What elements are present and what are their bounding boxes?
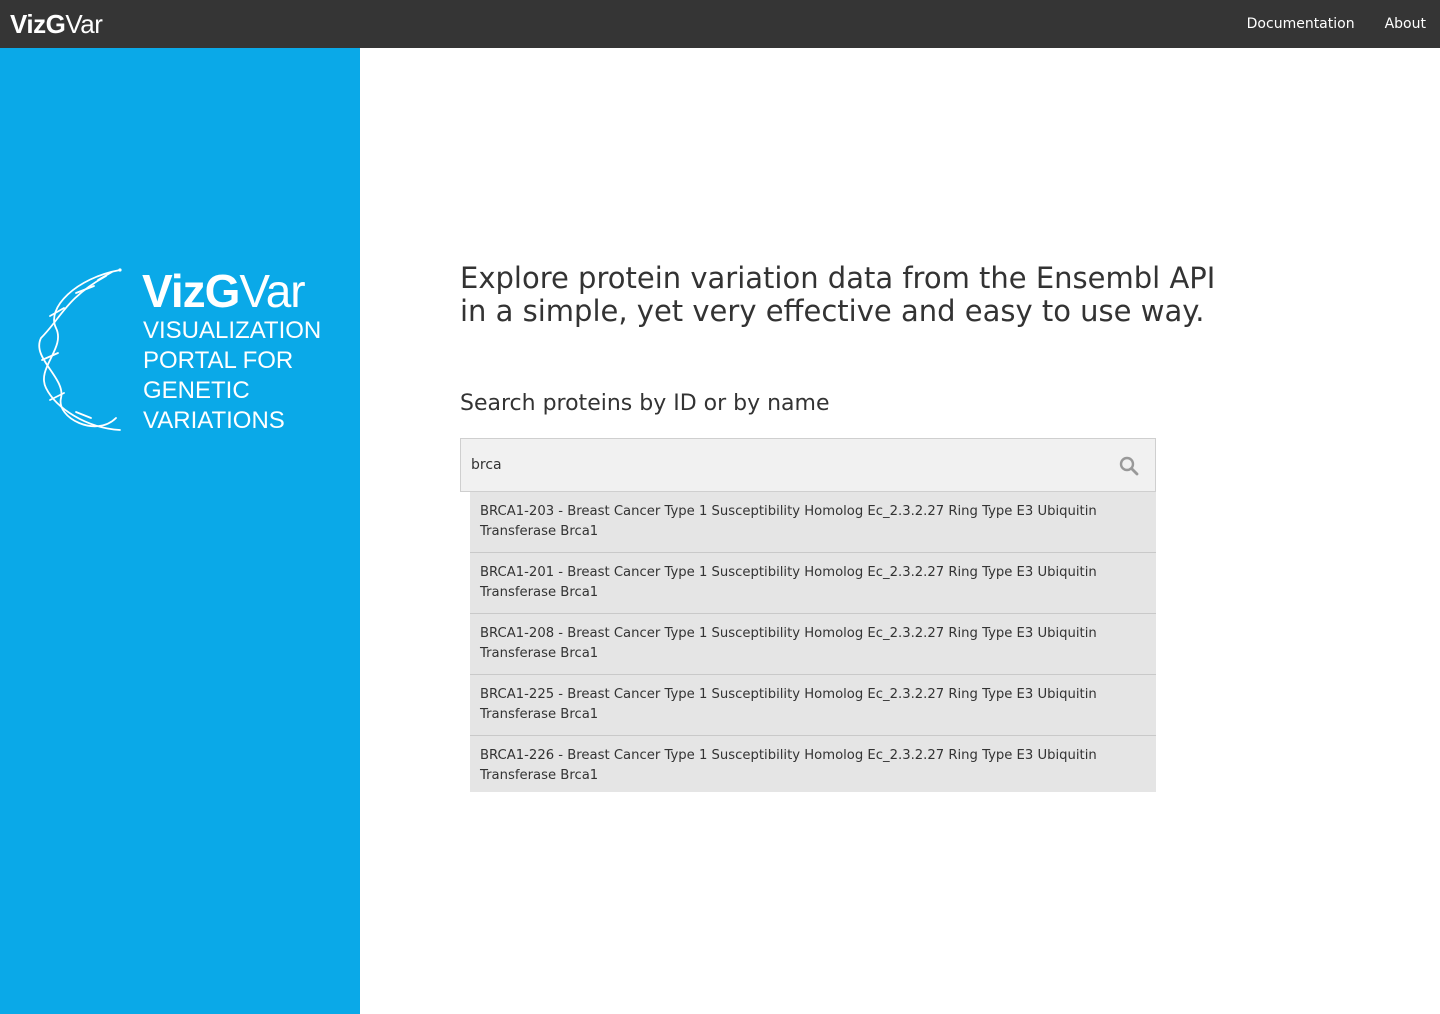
search-label: Search proteins by ID or by name (460, 391, 830, 416)
brand-logo[interactable]: VizGVar (10, 8, 103, 40)
search-icon[interactable] (1119, 456, 1139, 476)
logo-title: VizGVar (142, 264, 306, 318)
search-input[interactable] (471, 439, 1111, 491)
logo-subtitle-line: PORTAL FOR (143, 347, 294, 374)
brand-light: Var (65, 8, 103, 39)
logo-title-light: Var (239, 265, 305, 317)
vizgvar-logo: VizGVar VISUALIZATION PORTAL FOR GENETIC… (36, 265, 336, 438)
search-box (460, 438, 1156, 492)
suggestion-item[interactable]: BRCA1-201 - Breast Cancer Type 1 Suscept… (470, 553, 1156, 614)
page-headline: Explore protein variation data from the … (460, 261, 1216, 328)
nav-documentation-link[interactable]: Documentation (1247, 16, 1355, 32)
logo-title-bold: VizG (142, 265, 240, 317)
suggestion-item[interactable]: BRCA1-208 - Breast Cancer Type 1 Suscept… (470, 614, 1156, 675)
suggestion-item[interactable]: BRCA1-226 - Breast Cancer Type 1 Suscept… (470, 736, 1156, 792)
logo-subtitle-line: GENETIC (143, 377, 250, 404)
logo-subtitle: VISUALIZATION PORTAL FOR GENETIC VARIATI… (143, 316, 343, 436)
suggestion-dropdown: BRCA1-203 - Breast Cancer Type 1 Suscept… (470, 492, 1156, 792)
logo-subtitle-line: VISUALIZATION (143, 317, 322, 344)
suggestion-item[interactable]: BRCA1-203 - Breast Cancer Type 1 Suscept… (470, 492, 1156, 553)
dna-helix-icon (38, 268, 122, 431)
top-navbar: VizGVar Documentation About (0, 0, 1440, 48)
nav-about-link[interactable]: About (1385, 16, 1426, 32)
sidebar-panel: VizGVar VISUALIZATION PORTAL FOR GENETIC… (0, 48, 360, 1014)
main-content: Explore protein variation data from the … (360, 48, 1440, 1014)
nav-links: Documentation About (1217, 0, 1426, 48)
logo-subtitle-line: VARIATIONS (143, 407, 285, 434)
brand-bold: VizG (10, 8, 66, 39)
suggestion-item[interactable]: BRCA1-225 - Breast Cancer Type 1 Suscept… (470, 675, 1156, 736)
